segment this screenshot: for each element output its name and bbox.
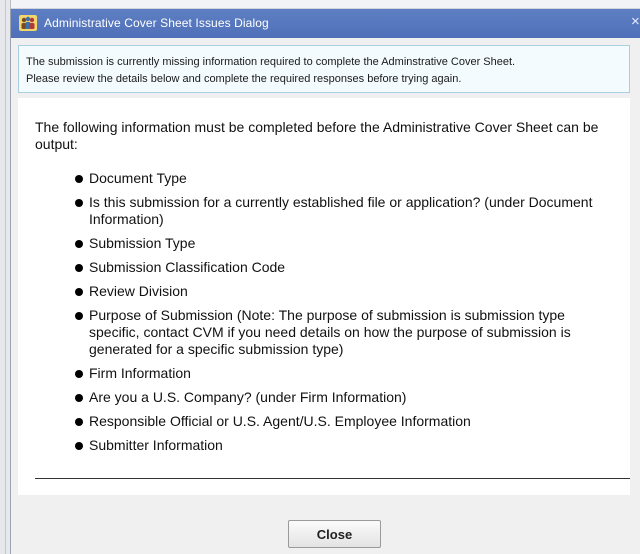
list-item: Firm Information [75,365,599,382]
banner-line-2: Please review the details below and comp… [26,73,462,85]
close-button[interactable]: Close [288,520,381,548]
list-item: Submission Classification Code [75,259,599,276]
bullet-icon [75,264,83,272]
list-item-text: Document Type [89,170,187,186]
list-item: Submission Type [75,235,599,252]
bullet-icon [75,370,83,378]
list-item: Review Division [75,283,599,300]
close-icon[interactable]: × [631,13,640,30]
list-item: Submitter Information [75,437,599,454]
dialog-titlebar[interactable]: Administrative Cover Sheet Issues Dialog… [11,9,640,38]
issues-panel: The following information must be comple… [18,98,630,495]
issues-dialog: Administrative Cover Sheet Issues Dialog… [10,9,640,554]
bullet-icon [75,442,83,450]
panel-divider [35,478,630,479]
background-window-top [0,0,640,9]
list-item: Document Type [75,170,599,187]
bullet-icon [75,418,83,426]
list-item: Are you a U.S. Company? (under Firm Info… [75,389,599,406]
list-item: Is this submission for a currently estab… [75,194,599,228]
list-item: Responsible Official or U.S. Agent/U.S. … [75,413,599,430]
bullet-icon [75,175,83,183]
bullet-icon [75,288,83,296]
bullet-icon [75,312,83,320]
bullet-icon [75,394,83,402]
banner-line-1: The submission is currently missing info… [26,56,516,68]
list-item-text: Responsible Official or U.S. Agent/U.S. … [89,413,471,429]
list-item-text: Submitter Information [89,437,223,453]
bullet-icon [75,240,83,248]
dialog-title: Administrative Cover Sheet Issues Dialog [44,16,269,30]
list-item-text: Submission Type [89,235,196,251]
intro-text: The following information must be comple… [35,119,599,152]
list-item-text: Purpose of Submission (Note: The purpose… [89,307,571,357]
people-icon [19,15,37,31]
list-item-text: Review Division [89,283,188,299]
list-item-text: Is this submission for a currently estab… [89,194,593,227]
list-item: Purpose of Submission (Note: The purpose… [75,307,599,358]
list-item-text: Are you a U.S. Company? (under Firm Info… [89,389,407,405]
list-item-text: Firm Information [89,365,191,381]
bullet-icon [75,199,83,207]
list-item-text: Submission Classification Code [89,259,286,275]
info-banner: The submission is currently missing info… [18,45,630,93]
